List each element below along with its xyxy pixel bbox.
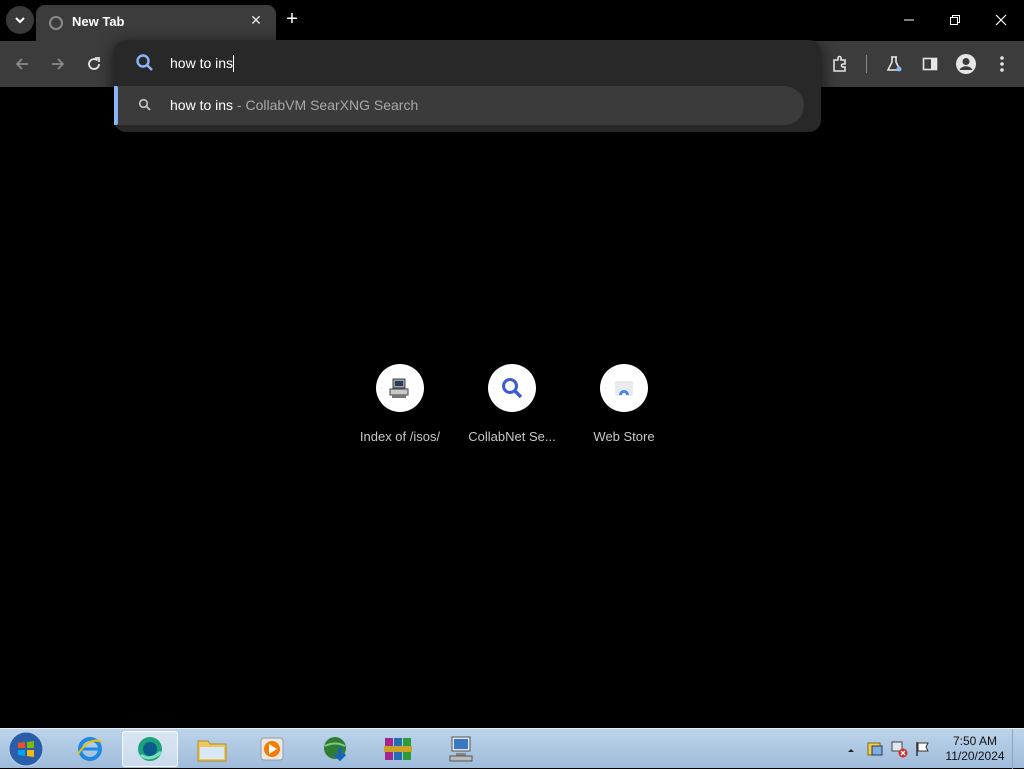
show-hidden-icons-button[interactable] [846,742,856,760]
close-icon[interactable]: ✕ [247,11,265,29]
profile-button[interactable] [952,50,980,78]
suggestion-query: how to ins [170,97,234,113]
archive-icon [384,738,412,760]
avatar-icon [956,54,976,74]
shortcut-label: Index of /isos/ [359,429,441,444]
omnibox-popup: how to ins how to ins - CollabVM SearXNG… [114,40,821,132]
puzzle-icon [833,55,846,72]
kebab-menu-icon [1000,56,1004,72]
side-panel-icon [922,57,938,71]
suggestion-description: - CollabVM SearXNG Search [233,97,419,113]
tab-title: New Tab [72,14,125,29]
chevron-down-icon [15,17,25,24]
arrow-right-icon [52,58,65,70]
computer-network-icon [449,736,473,762]
shortcut-tile[interactable]: Web Store [568,360,680,452]
taskbar: 7:50 AM 11/20/2024 [0,728,1024,769]
show-desktop-button[interactable] [1012,729,1024,769]
taskbar-internet-explorer[interactable] [62,731,118,767]
arrow-left-icon [15,58,28,70]
tab-new-tab[interactable]: New Tab ✕ [36,5,276,41]
minimize-icon [904,19,914,21]
restore-button[interactable] [932,6,978,34]
shortcut-icon-circle [376,364,424,412]
webstore-icon [615,381,633,397]
close-icon [995,14,1007,26]
shortcut-tile[interactable]: CollabNet Se... [456,360,568,452]
taskbar-file-explorer[interactable] [184,731,240,767]
taskbar-media-player[interactable] [244,731,300,767]
back-button[interactable] [8,50,36,78]
minimize-button[interactable] [886,6,932,34]
network-error-icon [891,741,908,758]
windows-start-icon [8,731,44,767]
computer-icon [389,378,409,398]
taskbar-browser[interactable] [122,731,178,767]
omnibox-value: how to ins [170,55,234,71]
shortcut-tile[interactable]: Index of /isos/ [344,360,456,452]
taskbar-download-manager[interactable] [308,731,364,767]
start-button[interactable] [6,730,46,768]
flask-icon [886,56,902,72]
restore-icon [950,15,960,25]
chevron-up-icon [848,749,854,752]
close-window-button[interactable] [978,6,1024,34]
system-tray: 7:50 AM 11/20/2024 [842,729,1024,769]
text-caret [233,55,235,72]
taskbar-clock[interactable]: 7:50 AM 11/20/2024 [942,734,1008,764]
extensions-button[interactable] [826,50,854,78]
forward-button[interactable] [44,50,72,78]
media-player-icon [260,737,284,761]
globe-icon [49,16,63,30]
browser-icon [138,737,163,761]
menu-button[interactable] [988,50,1016,78]
toolbar-divider [866,55,867,73]
omnibox-input[interactable]: how to ins [170,54,235,72]
shortcut-label: Web Store [593,429,655,444]
flag-icon [916,742,929,756]
reload-icon [88,57,100,70]
shortcut-icon-circle [600,364,648,412]
new-tab-button[interactable]: + [281,9,303,31]
tab-strip: New Tab ✕ + [0,0,1024,41]
clock-date: 11/20/2024 [945,749,1005,763]
taskbar-winrar[interactable] [370,731,426,767]
search-icon [138,98,151,111]
download-globe-icon [324,737,347,762]
labs-button[interactable] [880,50,908,78]
shortcut-label: CollabNet Se... [468,429,556,444]
selection-indicator [114,86,118,125]
folder-icon [197,740,227,762]
clock-time: 7:50 AM [952,734,998,748]
search-icon [502,378,523,399]
shortcut-icon-circle [488,364,536,412]
action-center-button[interactable] [914,740,932,763]
omnibox-suggestion[interactable]: how to ins - CollabVM SearXNG Search [114,86,804,125]
taskbar-network-app[interactable] [434,731,490,767]
side-panel-button[interactable] [916,50,944,78]
suggestion-text: how to ins - CollabVM SearXNG Search [170,97,418,113]
tray-app-icon[interactable] [866,740,884,763]
internet-explorer-icon [77,737,103,761]
network-status-button[interactable] [890,740,908,763]
search-icon [136,54,153,71]
reload-button[interactable] [80,50,108,78]
tab-search-button[interactable] [6,6,34,34]
tray-shield-icon [867,742,883,756]
